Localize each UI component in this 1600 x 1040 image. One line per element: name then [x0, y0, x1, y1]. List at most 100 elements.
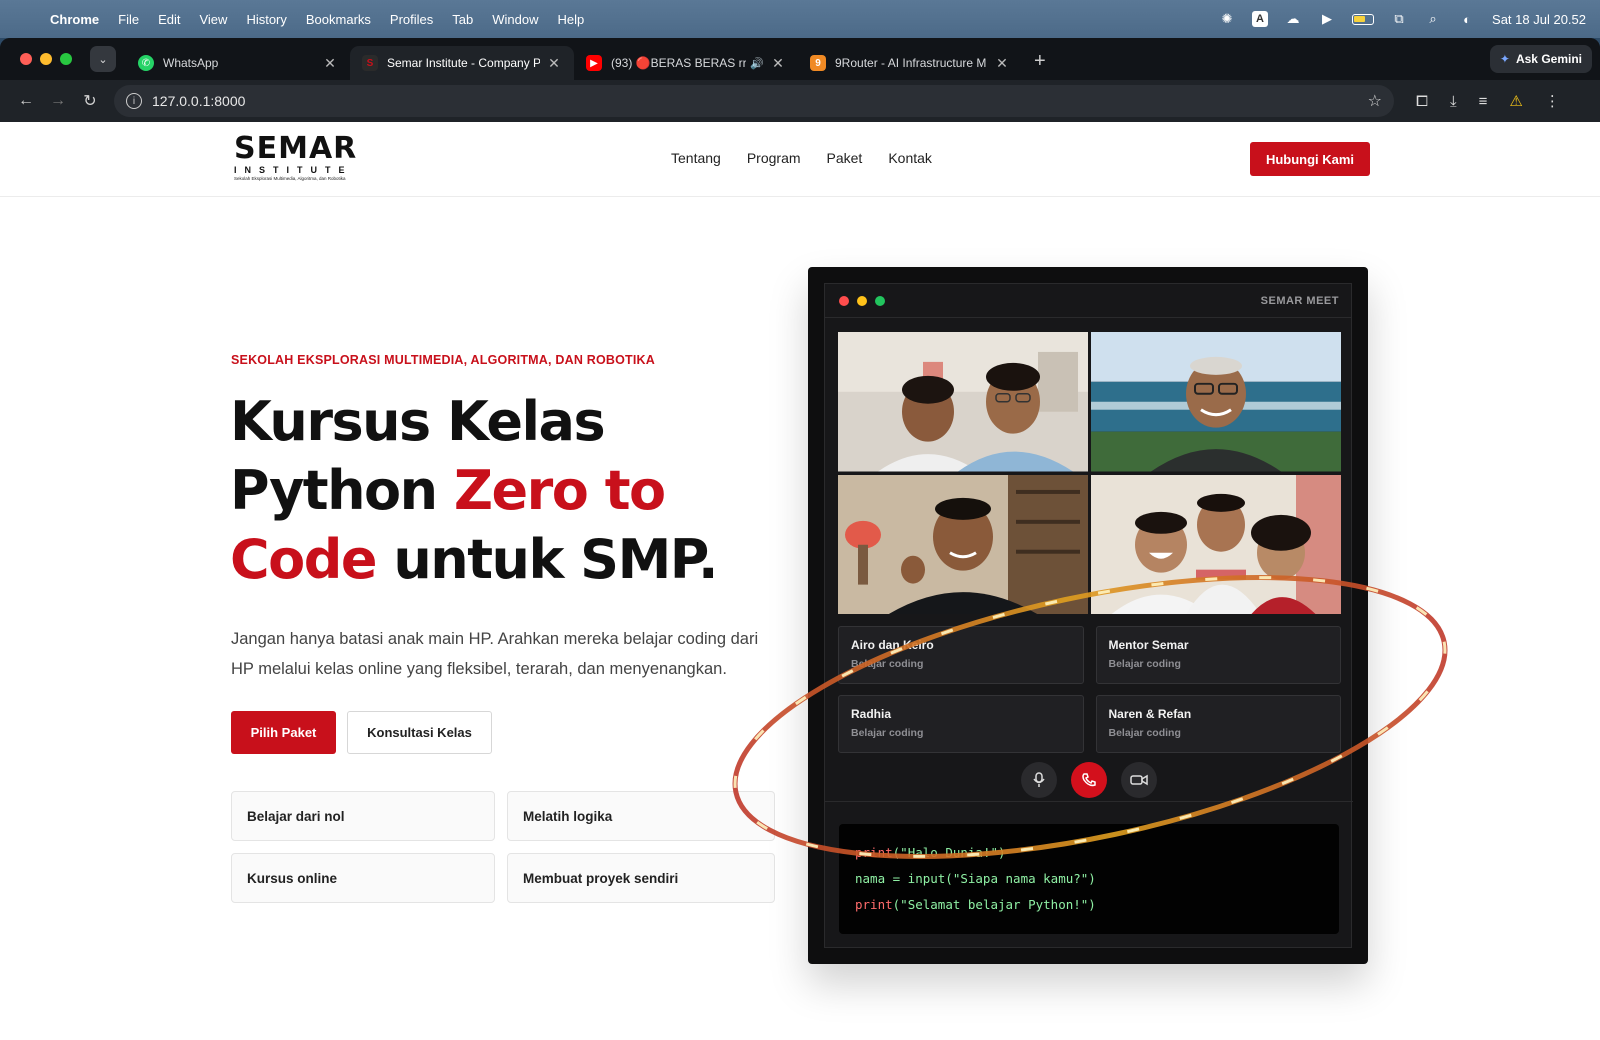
logo-tagline: Sekolah Eksplorasi Multimedia, Algoritma…: [234, 176, 346, 181]
more-menu-icon[interactable]: ⋮: [1545, 92, 1560, 110]
close-tab-icon[interactable]: ✕: [322, 55, 338, 72]
video-tile-naren-refan[interactable]: [1091, 474, 1341, 614]
tab-semar-institute[interactable]: S Semar Institute - Company Pr ✕: [350, 46, 574, 80]
menu-view[interactable]: View: [199, 12, 227, 27]
menu-edit[interactable]: Edit: [158, 12, 180, 27]
menu-profiles[interactable]: Profiles: [390, 12, 433, 27]
feature-card: Kursus online: [231, 853, 495, 903]
semar-icon: S: [362, 55, 378, 71]
tab-9router[interactable]: 9 9Router - AI Infrastructure M ✕: [798, 46, 1022, 80]
menu-window[interactable]: Window: [492, 12, 538, 27]
cloud-icon[interactable]: ☁: [1284, 11, 1302, 26]
tab-whatsapp[interactable]: ✆ WhatsApp ✕: [126, 46, 350, 80]
meet-window-dots: [839, 295, 885, 306]
bookmark-star-icon[interactable]: ☆: [1368, 91, 1382, 111]
extensions-icon[interactable]: ⧠: [1416, 93, 1428, 110]
participant-status: Belajar coding: [851, 658, 924, 670]
meet-panel: SEMAR MEET Airo dan Keiro Belajar coding…: [824, 283, 1353, 948]
menu-app-chrome[interactable]: Chrome: [50, 12, 99, 27]
headline-code: Code: [230, 528, 378, 591]
ask-gemini-button[interactable]: ✦ Ask Gemini: [1489, 45, 1592, 73]
tab-search-chevron-icon[interactable]: ⌄: [90, 46, 116, 72]
video-tile-airo-keiro[interactable]: [838, 332, 1088, 472]
battery-icon[interactable]: [1352, 13, 1375, 25]
window-controls: [20, 53, 72, 65]
a-app-icon[interactable]: A: [1252, 11, 1269, 27]
tab-title: (93) 🔴BERAS BERAS rrq: [611, 56, 747, 70]
nav-kontak[interactable]: Kontak: [888, 150, 932, 166]
logo-wordmark: SEMAR: [234, 131, 358, 166]
spotlight-search-icon[interactable]: ⌕: [1424, 11, 1442, 26]
control-center-icon[interactable]: ◐: [1458, 12, 1476, 27]
participant-card[interactable]: Airo dan Keiro Belajar coding: [838, 626, 1084, 684]
headline-untuk-smp: untuk SMP.: [376, 528, 718, 591]
forward-icon[interactable]: →: [42, 92, 74, 110]
video-tile-mentor-semar[interactable]: [1091, 332, 1341, 472]
end-call-phone-icon[interactable]: [1071, 762, 1107, 798]
hero-eyebrow: SEKOLAH EKSPLORASI MULTIMEDIA, ALGORITMA…: [231, 353, 655, 367]
site-info-icon[interactable]: i: [126, 93, 142, 109]
close-window-button[interactable]: [20, 53, 32, 65]
tab-title: 9Router - AI Infrastructure M: [835, 56, 987, 70]
participant-status: Belajar coding: [1108, 658, 1181, 670]
semar-logo[interactable]: SEMAR INSTITUTE Sekolah Eksplorasi Multi…: [234, 131, 358, 182]
nav-tentang[interactable]: Tentang: [671, 150, 721, 166]
tab-youtube[interactable]: ▶ (93) 🔴BERAS BERAS rrq 🔊 ✕: [574, 46, 798, 80]
microphone-icon[interactable]: [1021, 762, 1057, 798]
participant-name: Naren & Refan: [1108, 707, 1192, 721]
camera-icon[interactable]: [1121, 762, 1157, 798]
web-page: SEMAR INSTITUTE Sekolah Eksplorasi Multi…: [0, 122, 1600, 1040]
video-grid: [838, 332, 1341, 614]
code-text: nama = input("Siapa nama kamu?"): [855, 871, 1096, 886]
participant-name: Mentor Semar: [1108, 638, 1189, 652]
nav-program[interactable]: Program: [747, 150, 801, 166]
play-icon[interactable]: ▶: [1318, 11, 1336, 26]
minimize-window-button[interactable]: [40, 53, 52, 65]
reading-list-icon[interactable]: ≡: [1479, 93, 1488, 110]
meet-dot-red: [839, 295, 849, 306]
class-consultation-button[interactable]: Konsultasi Kelas: [347, 711, 492, 754]
code-line-1: print("Halo Dunia!"): [855, 840, 1323, 866]
speaker-icon[interactable]: 🔊: [750, 57, 764, 70]
warning-icon[interactable]: ⚠: [1509, 92, 1522, 110]
url-text[interactable]: 127.0.0.1:8000: [152, 93, 245, 109]
address-bar[interactable]: i 127.0.0.1:8000 ☆: [114, 85, 1394, 117]
menu-tab[interactable]: Tab: [452, 12, 473, 27]
menu-file[interactable]: File: [118, 12, 139, 27]
contact-us-button[interactable]: Hubungi Kami: [1250, 142, 1370, 176]
menu-bookmarks[interactable]: Bookmarks: [306, 12, 371, 27]
choose-package-button[interactable]: Pilih Paket: [231, 711, 336, 754]
meet-dot-green: [875, 295, 885, 306]
browser-toolbar: ← → ↻ i 127.0.0.1:8000 ☆ ⧠ ⤓ ≡ ⚠ ⋮: [0, 80, 1600, 122]
headline-python: Python: [230, 459, 454, 522]
clock[interactable]: Sat 18 Jul 20.52: [1492, 12, 1586, 27]
close-tab-icon[interactable]: ✕: [994, 55, 1010, 72]
nav-paket[interactable]: Paket: [827, 150, 863, 166]
video-tile-radhia[interactable]: [838, 474, 1088, 614]
close-tab-icon[interactable]: ✕: [770, 55, 786, 72]
menu-help[interactable]: Help: [558, 12, 585, 27]
menu-history[interactable]: History: [246, 12, 286, 27]
openai-icon[interactable]: ✺: [1218, 11, 1236, 26]
code-snippet: print("Halo Dunia!") nama = input("Siapa…: [839, 824, 1339, 934]
reload-icon[interactable]: ↻: [74, 91, 106, 111]
participant-card[interactable]: Naren & Refan Belajar coding: [1095, 695, 1341, 753]
participant-card[interactable]: Radhia Belajar coding: [838, 695, 1084, 753]
new-tab-button[interactable]: +: [1034, 50, 1046, 73]
back-icon[interactable]: ←: [10, 92, 42, 110]
feature-card: Membuat proyek sendiri: [507, 853, 775, 903]
site-header: SEMAR INSTITUTE Sekolah Eksplorasi Multi…: [0, 122, 1600, 197]
screen-mirror-icon[interactable]: ⧉: [1390, 11, 1408, 26]
headline-zero-to: Zero to: [453, 459, 666, 522]
participant-status: Belajar coding: [1108, 727, 1181, 739]
download-icon[interactable]: ⤓: [1450, 93, 1457, 110]
gemini-sparkle-icon: ✦: [1499, 52, 1510, 66]
zoom-window-button[interactable]: [60, 53, 72, 65]
meet-titlebar: SEMAR MEET: [825, 284, 1351, 318]
participant-card[interactable]: Mentor Semar Belajar coding: [1095, 626, 1341, 684]
tab-title: WhatsApp: [163, 56, 219, 70]
os-menubar: Chrome File Edit View History Bookmarks …: [0, 0, 1600, 38]
browser-window: ⌄ ✆ WhatsApp ✕ S Semar Institute - Compa…: [0, 38, 1600, 122]
close-tab-icon[interactable]: ✕: [546, 55, 562, 72]
code-line-2: nama = input("Siapa nama kamu?"): [855, 866, 1323, 892]
